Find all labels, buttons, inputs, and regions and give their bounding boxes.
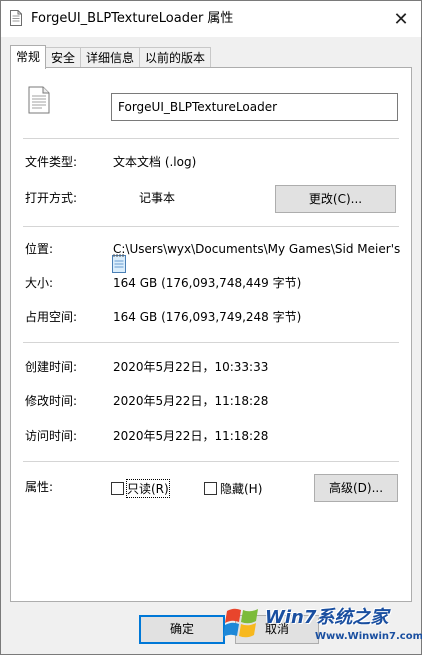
watermark-url: Www.Winwin7.com [315,631,422,642]
readonly-label: 只读(R) [126,479,170,498]
general-tab-panel: 文件类型: 文本文档 (.log) 打开方式: 记事本 更改(C)... 位置:… [10,67,412,602]
attributes-label: 属性: [25,480,54,494]
ok-button[interactable]: 确定 [139,615,225,644]
close-button[interactable]: ✕ [381,1,421,37]
accessed-value: 2020年5月22日，11:18:28 [113,429,269,443]
advanced-button[interactable]: 高级(D)... [314,474,398,502]
location-value: C:\Users\wyx\Documents\My Games\Sid Meie… [113,242,401,256]
tab-details[interactable]: 详细信息 [80,47,141,68]
properties-window: ForgeUI_BLPTextureLoader 属性 ✕ 常规 安全 详细信息… [0,0,422,655]
created-value: 2020年5月22日，10:33:33 [113,360,269,374]
divider [23,461,399,462]
text-file-icon [28,86,50,114]
opens-with-label: 打开方式: [25,191,78,205]
created-label: 创建时间: [25,360,78,374]
checkbox-box[interactable] [111,482,124,495]
document-icon [10,10,22,26]
file-name-input[interactable] [111,93,398,121]
tab-general[interactable]: 常规 [10,45,47,69]
tab-previous-versions[interactable]: 以前的版本 [139,47,212,68]
change-button[interactable]: 更改(C)... [275,185,396,213]
tab-strip: 常规 安全 详细信息 以前的版本 [10,45,212,69]
checkbox-box[interactable] [204,482,217,495]
modified-label: 修改时间: [25,394,78,408]
watermark-brand: Win7系统之家 [265,607,389,628]
hidden-checkbox[interactable]: 隐藏(H) [204,480,262,497]
tab-security[interactable]: 安全 [45,47,82,68]
title-bar[interactable]: ForgeUI_BLPTextureLoader 属性 ✕ [1,1,421,37]
file-type-label: 文件类型: [25,155,78,169]
readonly-checkbox[interactable]: 只读(R) [111,479,170,498]
divider [23,226,399,227]
location-label: 位置: [25,242,54,256]
size-on-disk-value: 164 GB (176,093,749,248 字节) [113,310,302,324]
file-type-value: 文本文档 (.log) [113,155,197,169]
watermark: Win7系统之家 Www.Winwin7.com [223,601,422,651]
size-value: 164 GB (176,093,748,449 字节) [113,276,302,290]
size-label: 大小: [25,276,54,290]
modified-value: 2020年5月22日，11:18:28 [113,394,269,408]
accessed-label: 访问时间: [25,429,78,443]
windows-logo-icon [223,608,258,638]
hidden-label: 隐藏(H) [220,482,263,496]
notepad-icon [112,254,126,273]
divider [23,138,399,139]
close-icon: ✕ [393,8,409,30]
size-on-disk-label: 占用空间: [25,310,78,324]
window-title: ForgeUI_BLPTextureLoader 属性 [31,11,234,26]
divider [23,342,399,343]
opens-with-value: 记事本 [139,191,176,205]
